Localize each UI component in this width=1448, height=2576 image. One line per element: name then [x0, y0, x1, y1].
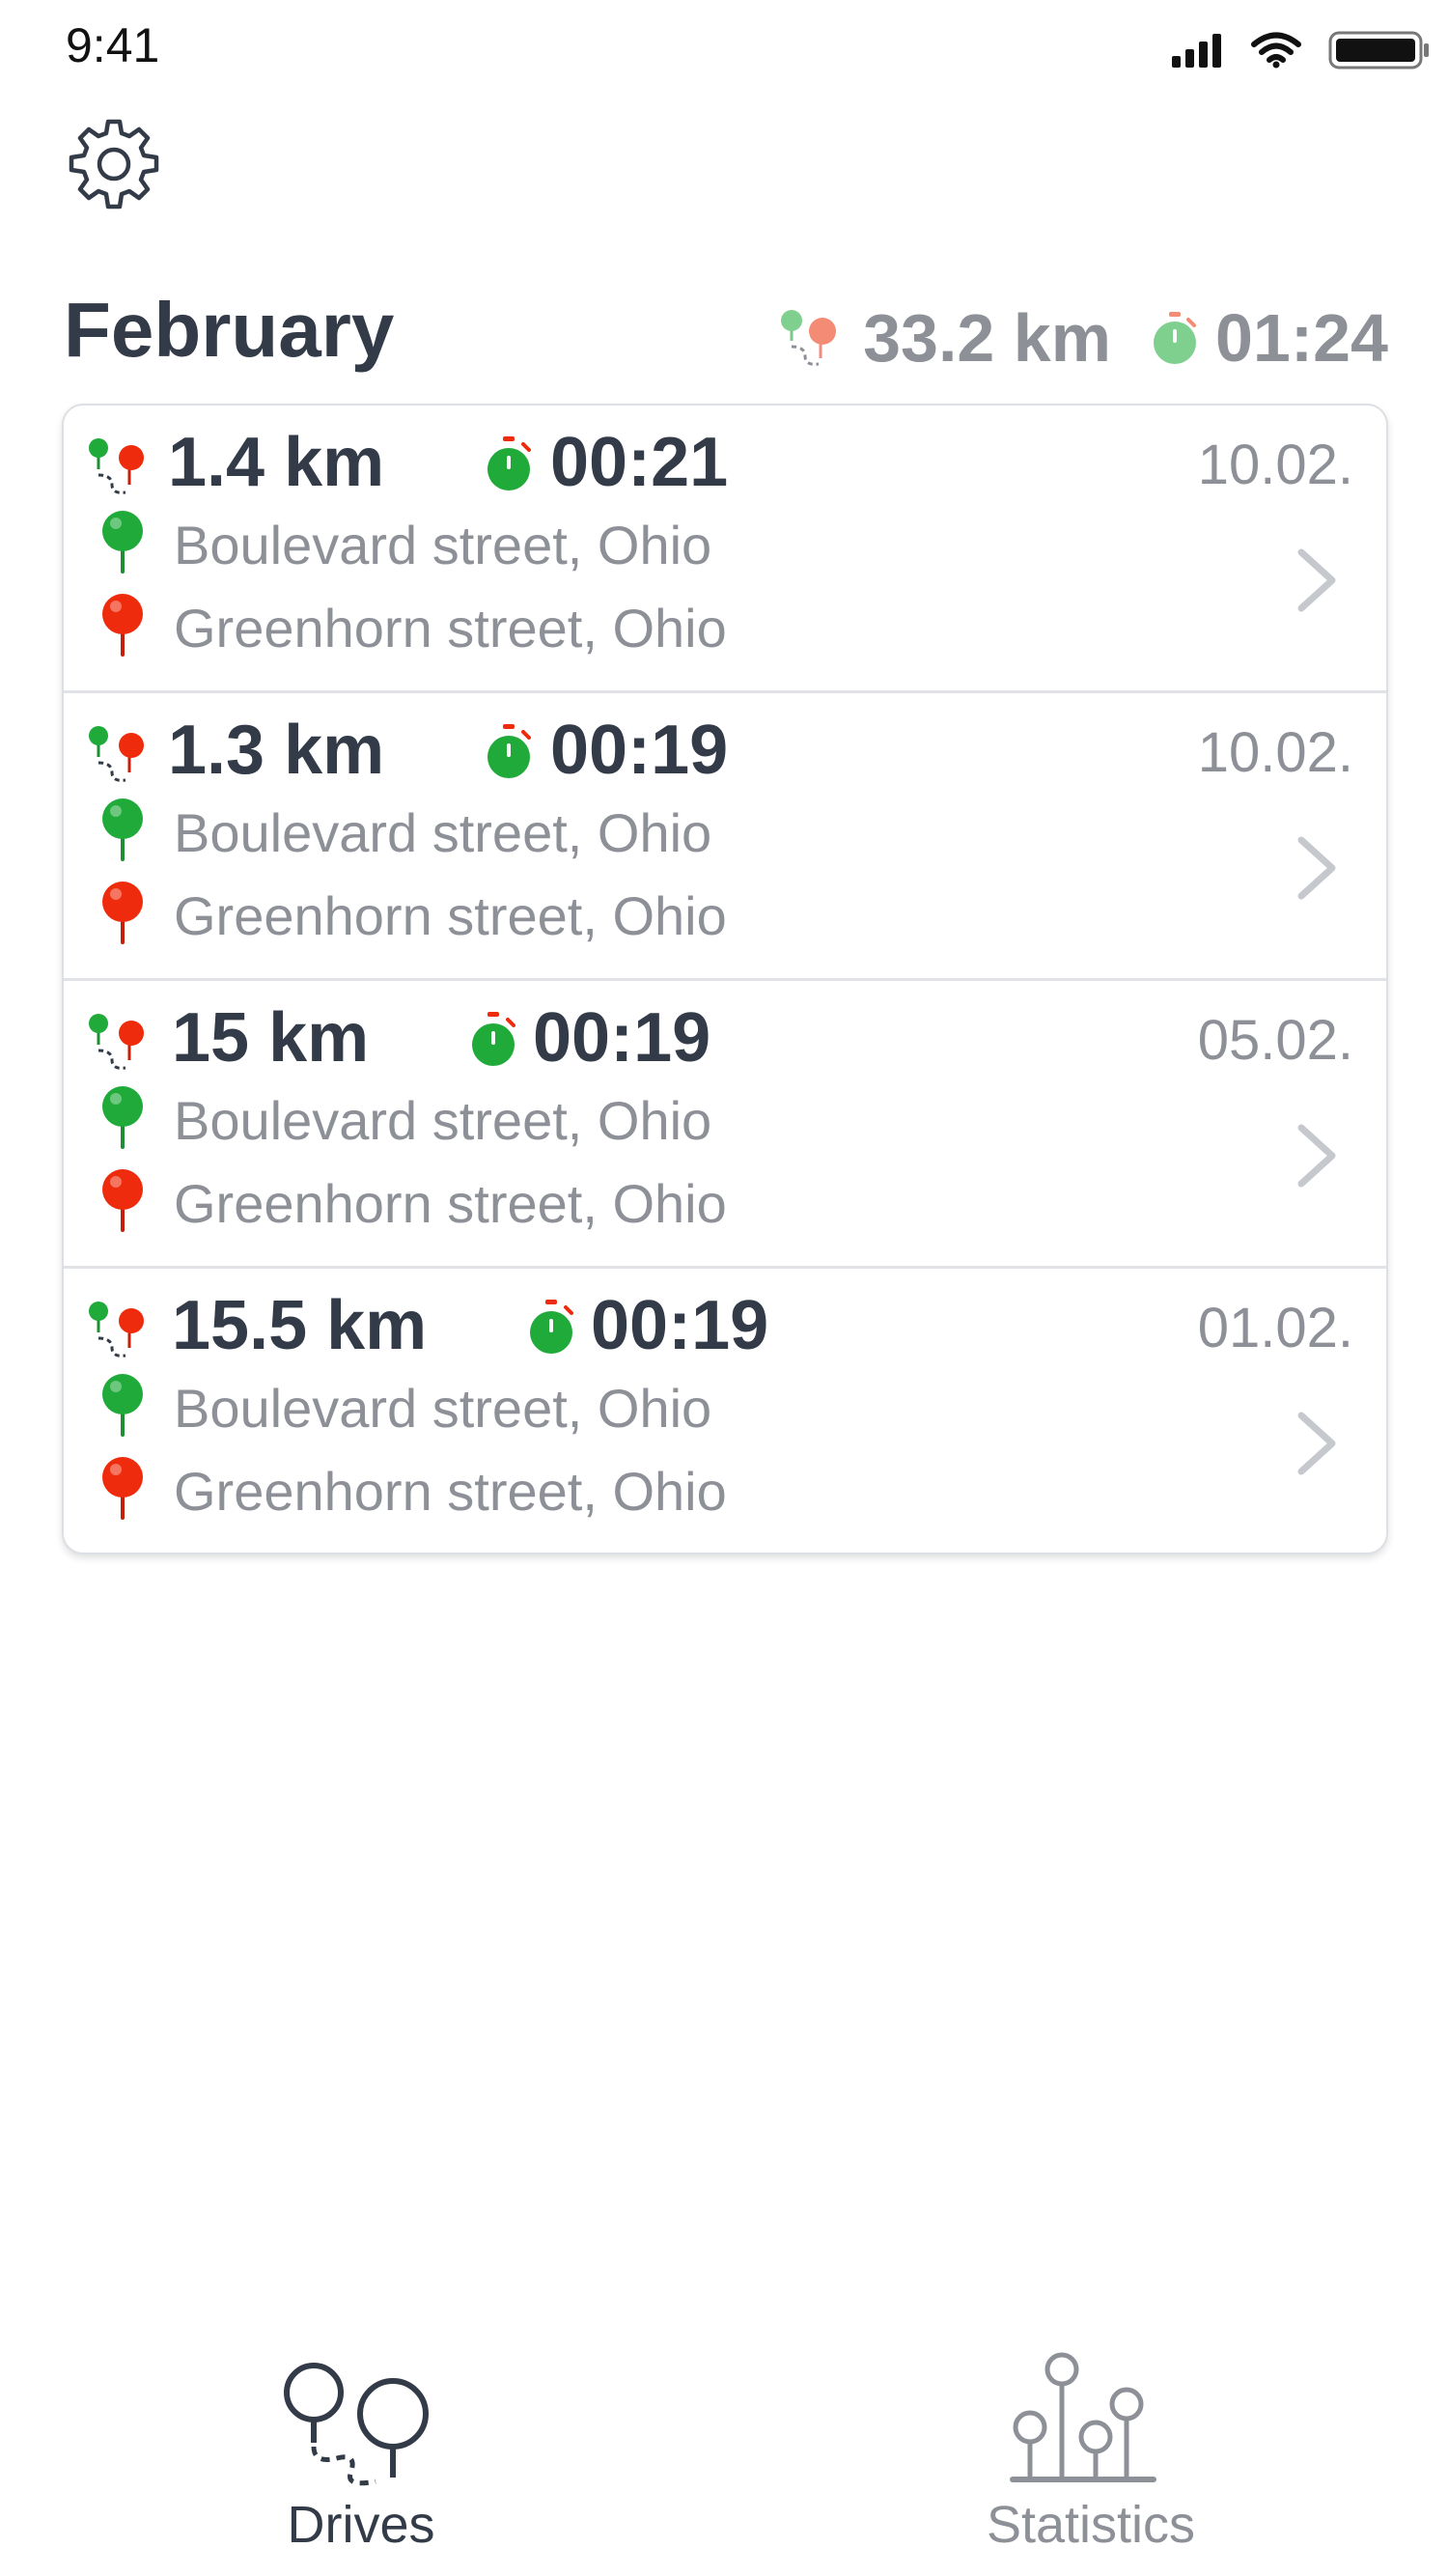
month-summary: 33.2 km 01:24 [776, 299, 1388, 377]
battery-icon [1328, 31, 1429, 70]
chevron-right-icon [1297, 548, 1336, 612]
status-bar: 9:41 [0, 0, 1448, 97]
drive-row[interactable]: 15.5 km 00:19 01.02. Boulevard street, O… [64, 1269, 1386, 1553]
start-address: Boulevard street, Ohio [174, 515, 712, 575]
gear-icon [69, 119, 159, 210]
tab-drives[interactable]: Drives [168, 2337, 554, 2576]
chevron-right-icon [1297, 1124, 1336, 1188]
red-pin-icon [102, 594, 143, 657]
drive-distance: 1.4 km [168, 424, 385, 501]
start-address: Boulevard street, Ohio [174, 802, 712, 863]
total-duration: 01:24 [1214, 300, 1388, 376]
drive-duration: 00:19 [591, 1287, 769, 1364]
tab-bar: Drives Statistics [0, 2337, 1448, 2576]
route-icon [89, 438, 144, 494]
green-pin-icon [102, 511, 143, 574]
route-icon [89, 1302, 144, 1358]
route-icon [89, 726, 144, 782]
tab-statistics-label: Statistics [986, 2496, 1196, 2554]
month-header: February 33.2 km 01:24 [64, 280, 1388, 386]
drive-duration: 00:21 [550, 424, 729, 501]
tab-drives-label: Drives [287, 2496, 435, 2554]
start-address: Boulevard street, Ohio [174, 1378, 712, 1439]
drive-distance: 15 km [172, 999, 370, 1077]
stopwatch-icon [472, 1012, 515, 1066]
drives-list: 1.4 km 00:21 10.02. Boulevard street, Oh… [62, 404, 1388, 1554]
statistics-pins-icon [1010, 2352, 1156, 2482]
route-icon [89, 1014, 144, 1070]
drive-date: 10.02. [1197, 721, 1353, 784]
end-address: Greenhorn street, Ohio [174, 1461, 727, 1522]
drive-row[interactable]: 1.3 km 00:19 10.02. Boulevard street, Oh… [64, 693, 1386, 981]
drive-duration: 00:19 [533, 999, 711, 1077]
wifi-icon [1251, 32, 1301, 69]
stopwatch-icon [487, 436, 531, 490]
drives-route-icon [284, 2363, 429, 2486]
drive-distance: 15.5 km [172, 1287, 428, 1364]
drive-row[interactable]: 1.4 km 00:21 10.02. Boulevard street, Oh… [64, 406, 1386, 693]
green-pin-icon [102, 1086, 143, 1149]
stopwatch-icon [530, 1300, 573, 1354]
end-address: Greenhorn street, Ohio [174, 1173, 727, 1234]
total-distance: 33.2 km [863, 300, 1111, 376]
drive-duration: 00:19 [550, 712, 729, 789]
stopwatch-icon [1153, 312, 1196, 364]
status-time: 9:41 [66, 18, 160, 72]
red-pin-icon [102, 1457, 143, 1520]
stopwatch-icon [487, 724, 531, 778]
drive-date: 10.02. [1197, 434, 1353, 496]
settings-button[interactable] [64, 114, 164, 214]
end-address: Greenhorn street, Ohio [174, 598, 727, 658]
green-pin-icon [102, 1374, 143, 1437]
drive-date: 01.02. [1197, 1297, 1353, 1359]
chevron-right-icon [1297, 1412, 1336, 1475]
drive-date: 05.02. [1197, 1009, 1353, 1072]
chevron-right-icon [1297, 836, 1336, 900]
start-address: Boulevard street, Ohio [174, 1090, 712, 1151]
cellular-signal-icon [1172, 34, 1221, 68]
green-pin-icon [102, 798, 143, 861]
tab-statistics[interactable]: Statistics [898, 2337, 1284, 2576]
end-address: Greenhorn street, Ohio [174, 885, 727, 946]
route-icon [781, 310, 837, 366]
month-title: February [64, 287, 395, 373]
drive-row[interactable]: 15 km 00:19 05.02. Boulevard street, Ohi… [64, 981, 1386, 1269]
red-pin-icon [102, 882, 143, 944]
red-pin-icon [102, 1169, 143, 1232]
status-icons [1170, 29, 1431, 71]
drive-distance: 1.3 km [168, 712, 385, 789]
